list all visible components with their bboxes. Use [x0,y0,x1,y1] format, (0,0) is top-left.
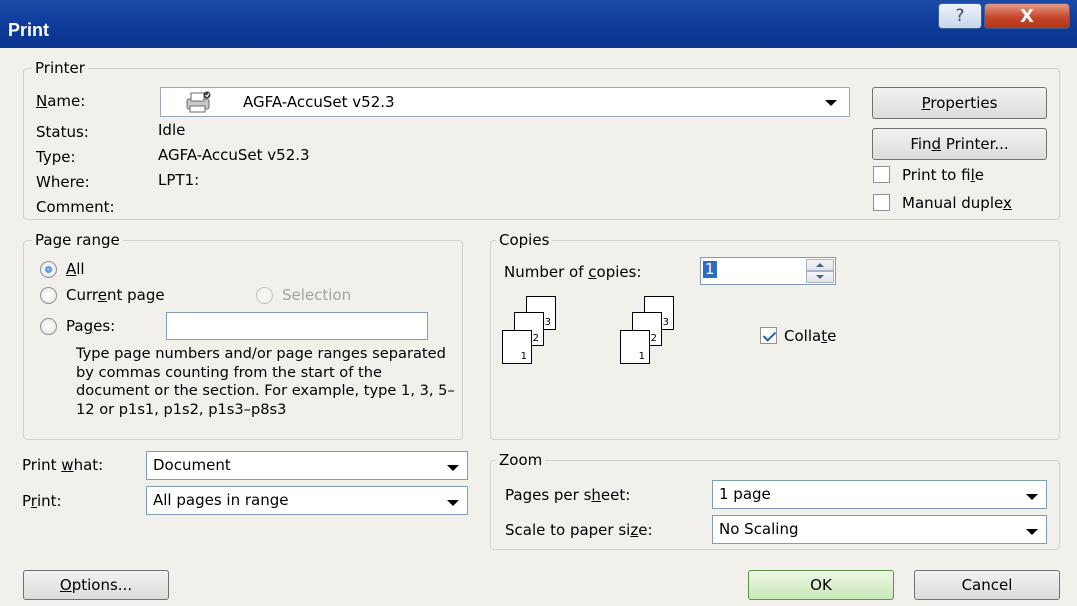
print-to-file-checkbox[interactable] [873,166,890,183]
radio-selection-label: Selection [282,286,352,304]
printer-legend: Printer [32,59,88,77]
zoom-legend: Zoom [496,451,546,469]
manual-duplex-label: Manual duplex [902,194,1012,212]
print-value: All pages in range [153,491,289,509]
radio-all[interactable] [40,261,57,278]
sheet-1: 1 [620,330,650,364]
scale-to-paper-select[interactable]: No Scaling [712,515,1047,544]
radio-selection [256,287,273,304]
find-printer-button[interactable]: Find Printer... [872,128,1047,160]
help-icon: ? [955,6,965,26]
collate-label: Collate [784,327,837,345]
spin-down-button[interactable] [806,271,834,283]
print-select[interactable]: All pages in range [146,486,468,515]
page-range-help-text: Type page numbers and/or page ranges sep… [76,345,455,418]
ok-button[interactable]: OK [748,570,894,600]
close-icon: X [1020,5,1034,27]
chevron-down-icon [447,465,459,471]
collate-preview-icon: 3 2 1 [620,296,680,370]
chevron-down-icon [1026,529,1038,535]
radio-pages-label: Pages: [66,317,116,335]
print-label: Print: [22,492,62,510]
pages-per-sheet-value: 1 page [719,485,771,503]
chevron-down-icon [825,100,837,106]
chevron-down-icon [1026,494,1038,500]
where-label: Where: [36,173,90,191]
printer-icon [186,91,211,113]
where-value: LPT1: [158,171,200,189]
collate-preview-icon: 3 2 1 [502,296,562,370]
chevron-down-icon [447,500,459,506]
type-label: Type: [36,148,76,166]
number-of-copies-label: Number of copies: [504,263,642,281]
print-what-value: Document [153,456,231,474]
scale-to-paper-value: No Scaling [719,520,799,538]
print-to-file-label: Print to file [902,166,984,184]
pages-input[interactable] [166,312,428,340]
properties-button[interactable]: Properties [872,87,1047,119]
printer-name-label: Name: [36,92,86,110]
status-value: Idle [158,121,186,139]
printer-name-value: AGFA-AccuSet v52.3 [243,93,395,111]
options-button[interactable]: Options... [23,570,169,600]
collate-checkbox[interactable] [760,327,777,344]
sheet-1: 1 [502,330,532,364]
window-title: Print [8,20,50,40]
page-range-legend: Page range [32,231,123,249]
radio-current-page[interactable] [40,287,57,304]
status-label: Status: [36,123,89,141]
radio-all-label: All [66,260,85,278]
print-what-label: Print what: [22,456,104,474]
copies-legend: Copies [496,231,553,249]
scale-to-paper-label: Scale to paper size: [505,521,653,539]
print-what-select[interactable]: Document [146,451,468,480]
pages-per-sheet-select[interactable]: 1 page [712,480,1047,509]
radio-pages[interactable] [40,318,57,335]
help-button[interactable]: ? [938,3,982,29]
pages-per-sheet-label: Pages per sheet: [505,486,631,504]
copies-value: 1 [703,260,717,278]
close-button[interactable]: X [984,3,1070,29]
printer-name-select[interactable]: AGFA-AccuSet v52.3 [160,87,850,117]
type-value: AGFA-AccuSet v52.3 [158,146,310,164]
cancel-button[interactable]: Cancel [914,570,1060,600]
copies-spinner[interactable]: 1 [700,257,836,285]
radio-current-page-label: Current page [66,286,165,304]
manual-duplex-checkbox[interactable] [873,194,890,211]
spin-up-button[interactable] [806,259,834,271]
comment-label: Comment: [36,198,115,216]
title-bar: Print ? X [0,0,1077,48]
